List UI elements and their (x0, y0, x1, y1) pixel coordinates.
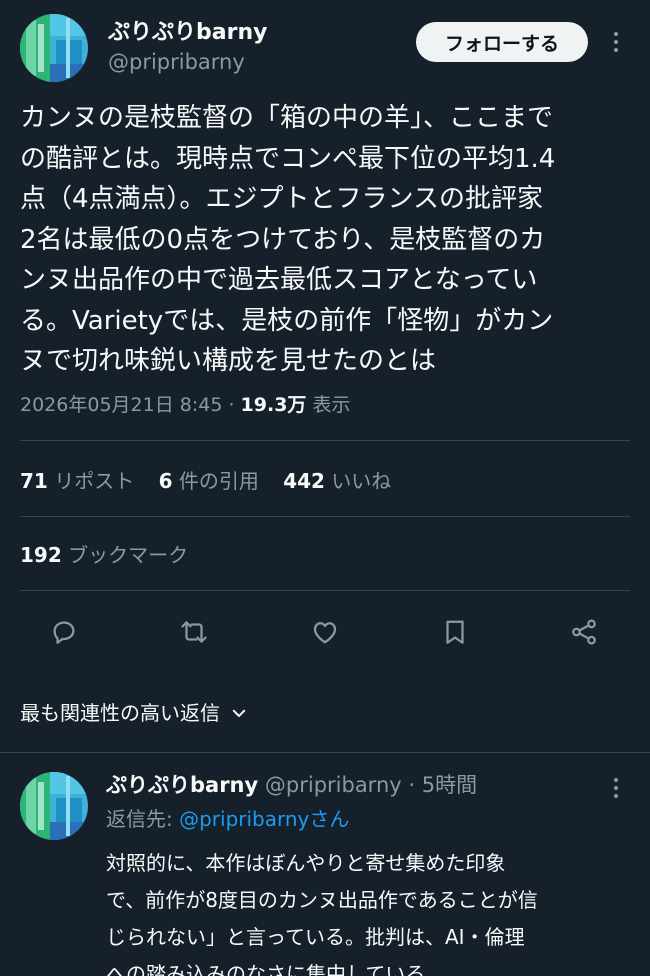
divider (20, 590, 630, 591)
reply-author-handle-time[interactable]: @pripribarny · 5時間 (265, 773, 477, 797)
author-handle[interactable]: @pripribarny (108, 48, 267, 76)
like-icon[interactable] (303, 610, 347, 654)
views-count: 19.3万 (240, 394, 307, 416)
engagement-stats: 71 リポスト 6 件の引用 442 いいね (20, 464, 409, 498)
divider (20, 516, 630, 517)
repost-icon[interactable] (172, 610, 216, 654)
reposts-label: リポスト (54, 469, 135, 493)
reply-to: 返信先: @pripribarnyさん (106, 804, 349, 834)
reply-item[interactable]: ぷりぷりbarny @pripribarny · 5時間 返信先: @pripr… (20, 768, 630, 976)
reply-author-avatar[interactable] (20, 772, 88, 840)
share-icon[interactable] (562, 610, 606, 654)
bookmarks-count: 192 (20, 543, 62, 567)
likes-count: 442 (283, 469, 325, 493)
action-bar (40, 610, 610, 654)
tweet-header: ぷりぷりbarny @pripribarny フォローする (20, 12, 630, 84)
reply-text-line: への踏み込みのなさに集中している。 (106, 962, 446, 976)
reply-author-name[interactable]: ぷりぷりbarny (106, 773, 258, 797)
reply-sort-label: 最も関連性の高い返信 (20, 701, 220, 725)
tweet-text-line: の酷評とは。現時点でコンペ最下位の平均1.4 (20, 143, 556, 174)
likes-stat[interactable]: 442 いいね (283, 464, 391, 498)
quotes-stat[interactable]: 6 件の引用 (159, 464, 259, 498)
author-info: ぷりぷりbarny @pripribarny (108, 20, 267, 76)
reply-more-options-icon[interactable] (606, 772, 626, 804)
tweet-text-line: ヌで切れ味鋭い構成を見せたのとは (20, 346, 437, 376)
views-label: 表示 (306, 394, 351, 416)
reply-to-prefix: 返信先: (106, 807, 180, 831)
reply-icon[interactable] (42, 610, 86, 654)
tweet-text: カンヌの是枝監督の「箱の中の羊」、ここまで の酷評とは。現時点でコンペ最下位の平… (20, 98, 632, 382)
tweet-text-line: カンヌの是枝監督の「箱の中の羊」、ここまで (20, 103, 554, 133)
reply-header: ぷりぷりbarny @pripribarny · 5時間 (106, 770, 477, 800)
reply-text: 対照的に、本作はぼんやりと寄せ集めた印象 で、前作が8度目のカンヌ出品作であるこ… (106, 845, 626, 976)
tweet-text-line: 2名は最低の0点をつけており、是枝監督のカ (20, 224, 546, 255)
author-display-name[interactable]: ぷりぷりbarny (108, 20, 267, 46)
reply-text-line: で、前作が8度目のカンヌ出品作であることが信 (106, 888, 538, 912)
quotes-count: 6 (158, 469, 173, 493)
reply-sort-selector[interactable]: 最も関連性の高い返信 (20, 696, 248, 730)
quotes-label: 件の引用 (178, 469, 259, 493)
reply-text-line: 対照的に、本作はぼんやりと寄せ集めた印象 (106, 851, 506, 875)
tweet-text-line: 点（4点満点）。エジプトとフランスの批評家 (20, 184, 544, 214)
follow-button[interactable]: フォローする (416, 22, 588, 62)
reposts-count: 71 (20, 469, 48, 493)
bookmarks-label: ブックマーク (68, 543, 189, 567)
author-avatar[interactable] (20, 14, 88, 82)
more-options-icon[interactable] (606, 26, 626, 58)
chevron-down-icon (232, 709, 246, 717)
reposts-stat[interactable]: 71 リポスト (20, 464, 134, 498)
bookmarks-stat[interactable]: 192 ブックマーク (20, 538, 188, 572)
tweet-text-line: る。Varietyでは、是枝の前作「怪物」がカン (20, 305, 554, 336)
bookmark-icon[interactable] (433, 610, 477, 654)
likes-label: いいね (331, 469, 392, 493)
divider (20, 440, 630, 441)
tweet-detail-page: ぷりぷりbarny @pripribarny フォローする カンヌの是枝監督の「… (0, 0, 650, 976)
reply-text-line: じられない」と言っている。批判は、AI・倫理 (106, 925, 525, 949)
tweet-text-line: ンヌ出品作の中で過去最低スコアとなってい (20, 265, 538, 295)
tweet-meta: 2026年05月21日 8:45 · 19.3万 表示 (20, 390, 350, 420)
reply-to-mention[interactable]: @pripribarnyさん (179, 807, 349, 831)
divider (0, 752, 650, 753)
tweet-timestamp[interactable]: 2026年05月21日 8:45 · (20, 394, 241, 416)
